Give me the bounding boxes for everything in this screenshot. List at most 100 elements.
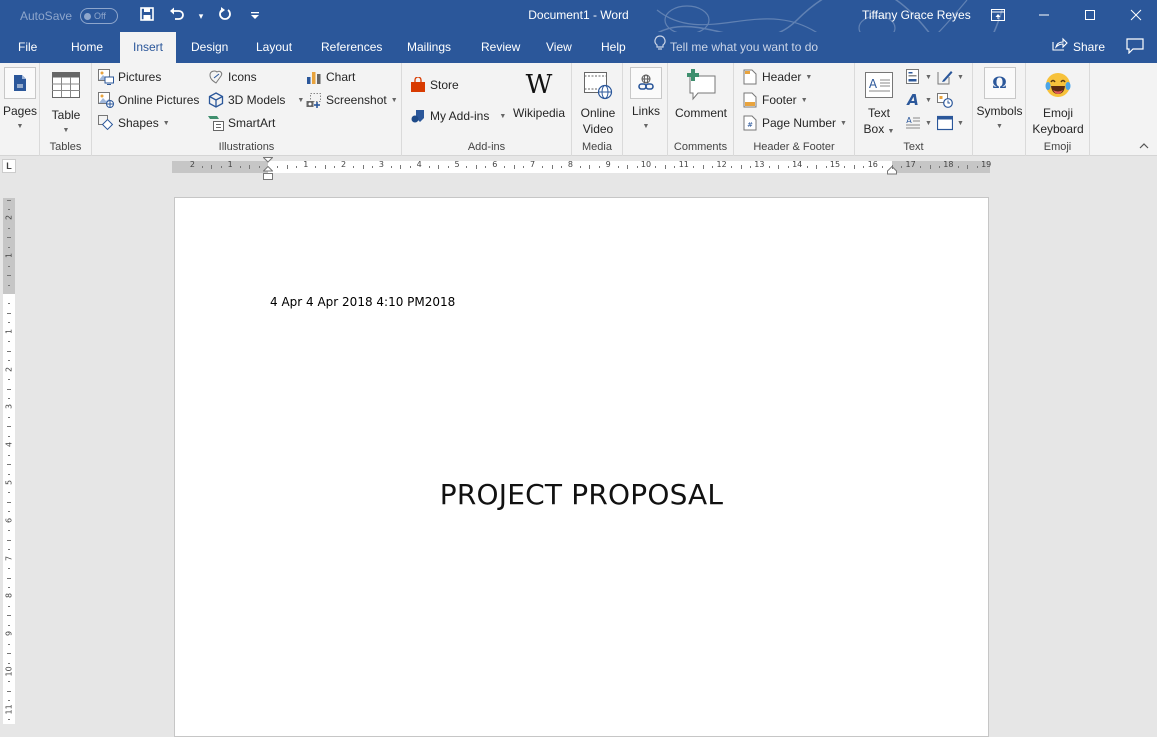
ruler-dot: [8, 530, 10, 532]
tab-design[interactable]: Design: [181, 32, 238, 63]
quick-parts-icon: [905, 69, 921, 85]
pages-label: Pages: [2, 104, 38, 118]
ruler-number: 4: [4, 442, 14, 448]
group-illustrations: Pictures Online Pictures Shapes ▼ Icons …: [92, 63, 402, 156]
share-button[interactable]: Share: [1052, 32, 1105, 63]
footer-button[interactable]: Footer ▼: [742, 90, 808, 110]
links-button[interactable]: Links ▼: [629, 67, 663, 135]
close-icon[interactable]: [1113, 0, 1157, 30]
undo-dropdown-icon[interactable]: ▾: [196, 11, 206, 22]
page-number-button[interactable]: # Page Number ▼: [742, 113, 847, 133]
online-video-icon: [582, 69, 614, 101]
drop-cap-icon: A: [905, 115, 921, 131]
my-addins-dropdown-icon: ▼: [499, 112, 507, 120]
group-comments: Comment Comments: [668, 63, 734, 156]
ruler-dot: [787, 166, 789, 168]
date-time-button[interactable]: [937, 90, 953, 110]
undo-icon[interactable]: [166, 7, 188, 25]
collapse-ribbon-icon[interactable]: [1139, 141, 1149, 152]
ruler-dot: [8, 303, 10, 305]
document-page[interactable]: 4 Apr 4 Apr 2018 4:10 PM2018 PROJECT PRO…: [174, 197, 989, 737]
pages-button[interactable]: Pages ▼: [3, 67, 37, 135]
tab-view[interactable]: View: [536, 32, 582, 63]
group-text: A Text Box ▼ ▼ A ▼ A ▼ ▼ ▼ Text: [855, 63, 973, 156]
customize-qat-icon[interactable]: [250, 10, 260, 22]
save-icon[interactable]: [136, 7, 158, 25]
ruler-tick: [7, 426, 11, 428]
text-box-button[interactable]: A Text Box ▼: [861, 69, 897, 140]
group-symbols: Ω Symbols ▼: [973, 63, 1026, 156]
pictures-label: Pictures: [118, 70, 162, 84]
ruler-dot: [920, 166, 922, 168]
wikipedia-button[interactable]: W Wikipedia: [510, 69, 568, 121]
tab-insert[interactable]: Insert: [120, 32, 176, 63]
table-button[interactable]: Table ▼: [49, 69, 83, 139]
emoji-keyboard-button[interactable]: Emoji Keyboard: [1028, 69, 1088, 137]
drop-cap-button[interactable]: A ▼: [905, 113, 932, 133]
share-icon: [1052, 32, 1068, 63]
shapes-button[interactable]: Shapes ▼: [98, 113, 170, 133]
autosave-toggle[interactable]: Off: [80, 8, 119, 24]
ruler-dot: [863, 166, 865, 168]
online-pictures-button[interactable]: Online Pictures: [98, 90, 199, 110]
tab-file[interactable]: File: [8, 32, 47, 63]
object-button[interactable]: ▼: [937, 113, 964, 133]
signature-line-button[interactable]: ▼: [937, 67, 964, 87]
horizontal-ruler[interactable]: 2 1 1 2 3 4 5 6 7 8 9 10 11 12 13 14 15 16 17 18 19: [172, 157, 992, 180]
wordart-button[interactable]: A ▼: [905, 90, 932, 110]
pictures-button[interactable]: Pictures: [98, 67, 161, 87]
tab-references[interactable]: References: [311, 32, 392, 63]
maximize-icon[interactable]: [1067, 0, 1113, 30]
ruler-dot: [768, 166, 770, 168]
ruler-dot: [8, 208, 10, 210]
document-heading[interactable]: PROJECT PROPOSAL: [175, 478, 988, 511]
redo-icon[interactable]: [214, 7, 236, 25]
minimize-icon[interactable]: [1021, 0, 1067, 30]
my-addins-button[interactable]: My Add-ins ▼: [410, 106, 506, 126]
page-number-dropdown-icon: ▼: [840, 119, 847, 127]
symbols-button[interactable]: Ω Symbols ▼: [975, 67, 1024, 135]
tab-review[interactable]: Review: [471, 32, 530, 63]
store-button[interactable]: Store: [410, 75, 459, 95]
ruler-tick: [7, 312, 11, 314]
tell-me-search[interactable]: Tell me what you want to do: [654, 32, 818, 63]
ruler-dot: [8, 473, 10, 475]
user-name[interactable]: Tiffany Grace Reyes: [862, 8, 971, 22]
text-box-label-2: Box ▼: [864, 121, 895, 140]
table-label: Table: [51, 108, 81, 122]
ruler-number: 5: [454, 160, 460, 169]
quick-parts-button[interactable]: ▼: [905, 67, 932, 87]
new-comment-button[interactable]: Comment: [672, 69, 730, 121]
ruler-tick: [7, 577, 11, 579]
tab-layout[interactable]: Layout: [246, 32, 302, 63]
ruler-dot: [8, 379, 10, 381]
ruler-dot: [201, 166, 203, 168]
smartart-button[interactable]: SmartArt: [208, 113, 275, 133]
tab-mailings[interactable]: Mailings: [397, 32, 461, 63]
ruler-tick: [891, 165, 893, 169]
online-pictures-label: Online Pictures: [118, 93, 200, 107]
tab-home[interactable]: Home: [61, 32, 113, 63]
3d-models-button[interactable]: 3D Models ▼: [208, 90, 304, 110]
tab-selector[interactable]: L: [2, 159, 16, 173]
document-date-line[interactable]: 4 Apr 4 Apr 2018 4:10 PM2018: [270, 295, 455, 309]
left-indent-marker[interactable]: [263, 173, 273, 183]
screenshot-button[interactable]: Screenshot ▼: [306, 90, 398, 110]
ruler-dot: [8, 227, 10, 229]
chart-button[interactable]: Chart: [306, 67, 355, 87]
table-dropdown-icon: ▼: [62, 127, 70, 134]
ruler-area: L 2 1 1 2 3 4 5 6 7 8 9 10 11 12 13 14 15 16 17 18 19: [0, 157, 1157, 180]
ruler-tick: [7, 199, 11, 201]
vertical-ruler[interactable]: 2 1 1 2 3 4 5 6 7 8 9 10 11: [3, 198, 15, 724]
ruler-number: 19: [981, 160, 992, 169]
icons-button[interactable]: Icons: [208, 67, 257, 87]
ribbon-display-options-icon[interactable]: [975, 0, 1021, 30]
ruler-number: 9: [4, 631, 14, 637]
ruler-tick: [438, 165, 440, 169]
comments-pane-icon[interactable]: [1126, 38, 1144, 54]
tab-help[interactable]: Help: [591, 32, 636, 63]
smartart-label: SmartArt: [228, 116, 276, 130]
online-video-button[interactable]: Online Video: [576, 69, 620, 137]
ruler-dot: [8, 568, 10, 570]
header-button[interactable]: Header ▼: [742, 67, 812, 87]
